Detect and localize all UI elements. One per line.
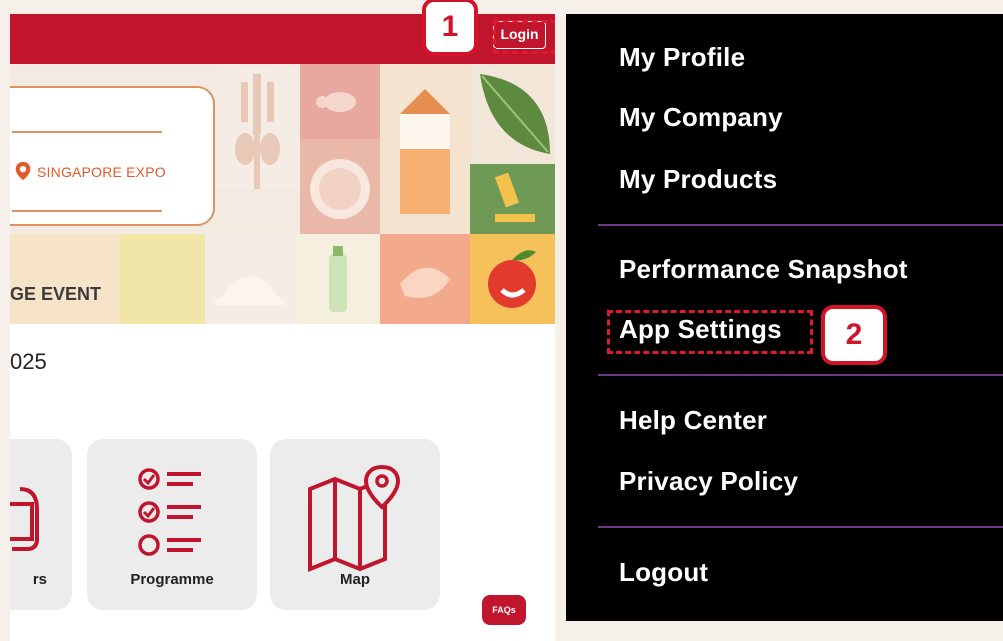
apple-tile — [470, 234, 555, 324]
bottle-icon — [329, 246, 347, 312]
menu-divider — [598, 224, 1003, 226]
microscope-tile — [470, 164, 555, 234]
milk-tile — [380, 64, 470, 234]
wheat-icon — [235, 74, 280, 189]
quick-link-label: Programme — [130, 571, 214, 588]
menu-item-my-profile[interactable]: My Profile — [619, 42, 745, 73]
cloche-tile — [205, 234, 295, 324]
shrimp-tile — [380, 234, 470, 324]
shrimp-icon — [400, 267, 450, 298]
account-menu: My Profile My Company My Products Perfor… — [566, 14, 1003, 621]
programme-list-icon — [138, 468, 201, 556]
menu-item-my-company[interactable]: My Company — [619, 102, 783, 133]
meat-tile — [300, 64, 380, 139]
menu-item-performance-snapshot[interactable]: Performance Snapshot — [619, 254, 908, 285]
menu-divider — [598, 374, 1003, 376]
event-banner: SINGAPORE EXPO GE EVENT — [10, 64, 555, 324]
event-label: GE EVENT — [10, 284, 102, 304]
microscope-icon — [494, 172, 535, 222]
exhibitor-icon — [10, 487, 39, 551]
leaf-tile — [470, 64, 555, 164]
quick-link-map[interactable]: Map — [270, 439, 440, 610]
event-info-card: SINGAPORE EXPO — [10, 86, 215, 226]
menu-item-help-center[interactable]: Help Center — [619, 405, 767, 436]
menu-item-privacy-policy[interactable]: Privacy Policy — [619, 466, 798, 497]
event-date: 025 — [10, 349, 47, 374]
quick-link-label: Map — [340, 571, 370, 588]
faqs-button[interactable]: FAQs — [482, 595, 526, 625]
quick-link-label: rs — [32, 571, 47, 588]
step-marker-2: 2 — [821, 305, 887, 365]
menu-item-my-products[interactable]: My Products — [619, 164, 777, 195]
location-pin-icon — [15, 161, 31, 181]
app-settings-highlight-box — [607, 310, 813, 354]
menu-item-logout[interactable]: Logout — [619, 557, 708, 588]
drumstick-icon — [316, 92, 356, 112]
apple-icon — [488, 250, 536, 308]
quick-link-exhibitors[interactable]: rs — [10, 439, 72, 610]
venue-text: SINGAPORE EXPO — [37, 164, 166, 180]
card-divider — [12, 131, 162, 133]
milk-carton-icon — [400, 89, 450, 214]
login-highlight-box — [493, 20, 555, 54]
bottle-tile — [295, 234, 380, 324]
plate-tile — [300, 139, 380, 234]
map-icon — [308, 464, 401, 572]
step-marker-1: 1 — [422, 0, 478, 56]
cloche-icon — [215, 276, 285, 305]
app-screen: Login SINGAPORE EXPO GE EVENT 025 rs Pro… — [10, 14, 555, 641]
quick-link-programme[interactable]: Programme — [87, 439, 257, 610]
menu-divider — [598, 526, 1003, 528]
microscope-tile-2 — [120, 234, 205, 324]
wheat-tile — [215, 64, 300, 189]
plate-icon — [310, 159, 370, 219]
card-divider — [12, 210, 162, 212]
leaf-icon — [480, 74, 550, 154]
